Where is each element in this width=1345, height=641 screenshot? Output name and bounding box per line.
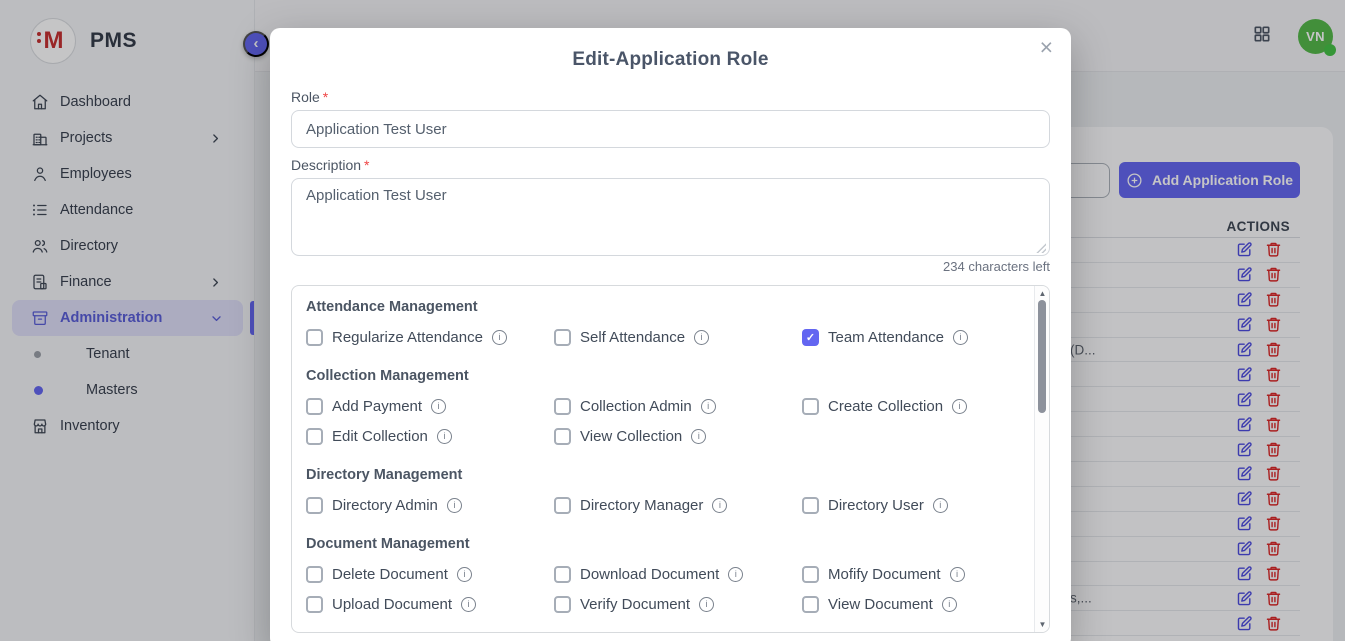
- permission-group: Directory ManagementDirectory AdminiDire…: [306, 467, 1034, 515]
- permission-item: Verify Document i: [554, 595, 802, 614]
- role-field-label: Role*: [291, 89, 328, 105]
- checkbox-regularize-attendance[interactable]: [306, 329, 323, 346]
- checkbox-view-document[interactable]: [802, 596, 819, 613]
- checkbox-delete-document[interactable]: [306, 566, 323, 583]
- info-icon[interactable]: i: [492, 330, 507, 345]
- permission-grid: Directory AdminiDirectory ManageriDirect…: [306, 496, 1034, 515]
- checkbox-edit-collection[interactable]: [306, 428, 323, 445]
- info-icon[interactable]: i: [461, 597, 476, 612]
- permission-label: Download Document: [580, 566, 719, 583]
- permission-group-title: Collection Management: [306, 368, 1034, 384]
- checkbox-verify-document[interactable]: [554, 596, 571, 613]
- permission-label: Delete Document: [332, 566, 448, 583]
- modal-title: Edit-Application Role: [270, 28, 1071, 71]
- permission-label: Collection Admin: [580, 398, 692, 415]
- checkbox-view-collection[interactable]: [554, 428, 571, 445]
- info-icon[interactable]: i: [942, 597, 957, 612]
- permission-label: View Document: [828, 596, 933, 613]
- permission-item: Directory Manager i: [554, 496, 802, 515]
- required-asterisk: *: [364, 157, 369, 173]
- edit-application-role-modal: × Edit-Application Role Role* Descriptio…: [270, 28, 1071, 641]
- checkbox-create-collection[interactable]: [802, 398, 819, 415]
- scroll-up-icon[interactable]: ▲: [1035, 289, 1050, 298]
- permission-label: Upload Document: [332, 596, 452, 613]
- info-icon[interactable]: i: [952, 399, 967, 414]
- permission-item: Mofify Document i: [802, 565, 1034, 584]
- permission-label: Create Collection: [828, 398, 943, 415]
- permission-item: Delete Document i: [306, 565, 554, 584]
- info-icon[interactable]: i: [437, 429, 452, 444]
- permission-label: Directory Admin: [332, 497, 438, 514]
- permission-group: Attendance Management Regularize Attendan…: [306, 299, 1034, 347]
- permission-label: View Collection: [580, 428, 682, 445]
- info-icon[interactable]: i: [950, 567, 965, 582]
- permissions-list: Attendance Management Regularize Attendan…: [292, 286, 1034, 632]
- permission-item: Download Document i: [554, 565, 802, 584]
- info-icon[interactable]: i: [728, 567, 743, 582]
- description-textarea[interactable]: Application Test User: [291, 178, 1050, 256]
- permission-item: Create Collection i: [802, 397, 1034, 416]
- checkbox-self-attendance[interactable]: [554, 329, 571, 346]
- checkbox-add-payment[interactable]: [306, 398, 323, 415]
- info-icon[interactable]: i: [712, 498, 727, 513]
- permission-item: Directory Admin i: [306, 496, 554, 515]
- permission-item: View Collection i: [554, 427, 802, 446]
- description-label-text: Description: [291, 157, 361, 173]
- permission-item: Regularize Attendance i: [306, 328, 554, 347]
- info-icon[interactable]: i: [447, 498, 462, 513]
- info-icon[interactable]: i: [933, 498, 948, 513]
- info-icon[interactable]: i: [691, 429, 706, 444]
- permission-label: Team Attendance: [828, 329, 944, 346]
- permission-label: Directory Manager: [580, 497, 703, 514]
- permissions-panel: Attendance Management Regularize Attendan…: [291, 285, 1050, 633]
- permission-label: Edit Collection: [332, 428, 428, 445]
- permission-group: Collection ManagementAdd PaymentiCollect…: [306, 368, 1034, 446]
- checkbox-collection-admin[interactable]: [554, 398, 571, 415]
- info-icon[interactable]: i: [699, 597, 714, 612]
- app-window: M PMS DashboardProjectsEmployeesAttendan…: [0, 0, 1345, 641]
- permission-group: Document ManagementDelete DocumentiDownl…: [306, 536, 1034, 614]
- permission-item: Edit Collection i: [306, 427, 554, 446]
- permission-group-title: Document Management: [306, 536, 1034, 552]
- role-input[interactable]: [291, 110, 1050, 148]
- permission-item: Add Payment i: [306, 397, 554, 416]
- info-icon[interactable]: i: [457, 567, 472, 582]
- role-label-text: Role: [291, 89, 320, 105]
- permission-label: Self Attendance: [580, 329, 685, 346]
- checkbox-directory-manager[interactable]: [554, 497, 571, 514]
- checkbox-upload-document[interactable]: [306, 596, 323, 613]
- permission-item: Upload Document i: [306, 595, 554, 614]
- scrollbar-thumb[interactable]: [1038, 300, 1046, 413]
- scroll-down-icon[interactable]: ▼: [1035, 620, 1050, 629]
- checkbox-download-document[interactable]: [554, 566, 571, 583]
- permission-label: Mofify Document: [828, 566, 941, 583]
- info-icon[interactable]: i: [953, 330, 968, 345]
- permission-group-title: Attendance Management: [306, 299, 1034, 315]
- permission-label: Add Payment: [332, 398, 422, 415]
- info-icon[interactable]: i: [694, 330, 709, 345]
- permission-item: Self Attendance i: [554, 328, 802, 347]
- permission-grid: Regularize Attendance i Self Attendance i ✓ T…: [306, 328, 1034, 347]
- permission-grid: Add PaymentiCollection AdminiCreate Coll…: [306, 397, 1034, 446]
- permission-item: View Document i: [802, 595, 1034, 614]
- permissions-scrollbar[interactable]: ▲ ▼: [1034, 286, 1049, 632]
- permission-item: Directory User i: [802, 496, 1034, 515]
- close-icon[interactable]: ×: [1040, 36, 1053, 59]
- permission-label: Regularize Attendance: [332, 329, 483, 346]
- permission-label: Directory User: [828, 497, 924, 514]
- checkbox-directory-user[interactable]: [802, 497, 819, 514]
- characters-left-counter: 234 characters left: [943, 259, 1050, 274]
- permission-grid: Delete DocumentiDownload DocumentiMofify…: [306, 565, 1034, 614]
- permission-label: Verify Document: [580, 596, 690, 613]
- permission-group-title: Directory Management: [306, 467, 1034, 483]
- description-field-label: Description*: [291, 157, 369, 173]
- permission-item: Collection Admin i: [554, 397, 802, 416]
- checkbox-directory-admin[interactable]: [306, 497, 323, 514]
- checkbox-team-attendance[interactable]: ✓: [802, 329, 819, 346]
- permission-item: ✓ Team Attendance i: [802, 328, 1034, 347]
- required-asterisk: *: [323, 89, 328, 105]
- info-icon[interactable]: i: [701, 399, 716, 414]
- checkbox-mofify-document[interactable]: [802, 566, 819, 583]
- info-icon[interactable]: i: [431, 399, 446, 414]
